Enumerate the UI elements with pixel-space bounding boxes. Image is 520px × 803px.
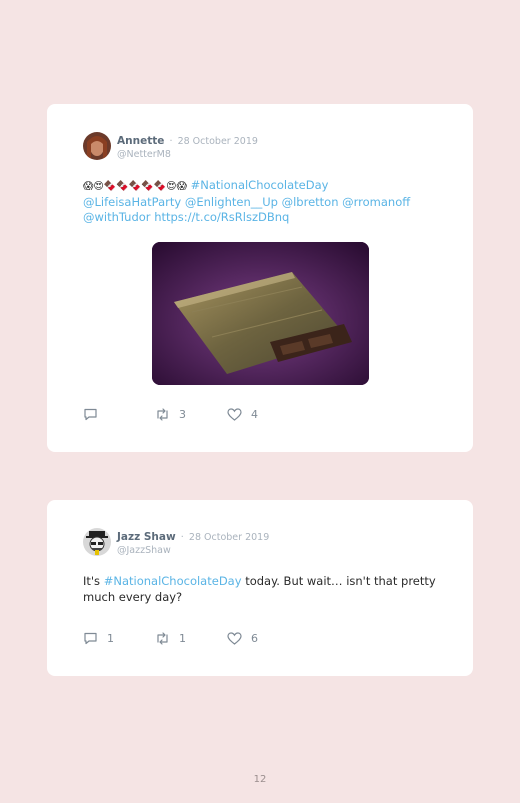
like-count: 4 [251,408,258,421]
author-name[interactable]: Annette [117,135,164,147]
separator-dot: · [169,136,173,147]
tweet-date[interactable]: 28 October 2019 [178,136,258,147]
author-handle[interactable]: @NetterM8 [117,148,258,161]
reply-button[interactable] [83,408,117,421]
retweet-count: 1 [179,632,186,645]
tweet-card-annette: Annette · 28 October 2019 @NetterM8 😱😍🍫🍫… [47,104,473,452]
url-link[interactable]: https://t.co/RsRlszDBnq [154,210,289,224]
like-button[interactable]: 6 [227,632,261,645]
retweet-button[interactable]: 3 [155,408,189,421]
retweet-button[interactable]: 1 [155,632,189,645]
author-handle[interactable]: @JazzShaw [117,544,269,557]
text-prefix: It's [83,574,101,588]
hashtag-link[interactable]: #NationalChocolateDay [191,178,329,192]
retweet-icon [157,408,168,421]
reply-count: 1 [107,632,114,645]
tweet-actions: 3 4 [83,408,299,421]
like-count: 6 [251,632,258,645]
tweet-header: Annette · 28 October 2019 @NetterM8 [83,132,258,161]
retweet-count: 3 [179,408,186,421]
avatar[interactable] [83,132,111,160]
author-name[interactable]: Jazz Shaw [117,531,176,543]
emoji-sequence: 😱😍🍫🍫🍫🍫🍫😍😱 [83,181,187,192]
reply-icon [84,632,97,645]
retweet-icon [157,632,168,645]
tweet-date[interactable]: 28 October 2019 [189,532,269,543]
hashtag-link[interactable]: #NationalChocolateDay [104,574,242,588]
tweet-actions: 1 1 6 [83,632,299,645]
reply-icon [84,408,97,421]
tweet-header: Jazz Shaw · 28 October 2019 @JazzShaw [83,528,269,557]
reply-button[interactable]: 1 [83,632,117,645]
tweet-text: It's #NationalChocolateDay today. But wa… [83,574,443,605]
heart-icon [227,408,242,421]
page-number: 12 [253,774,267,785]
tweet-media-chocolate-bar[interactable] [152,242,369,385]
separator-dot: · [180,532,184,543]
like-button[interactable]: 4 [227,408,261,421]
mention-link[interactable]: @withTudor [83,210,151,224]
tweet-card-jazz-shaw: Jazz Shaw · 28 October 2019 @JazzShaw It… [47,500,473,676]
mentions-link[interactable]: @LifeisaHatParty @Enlighten__Up @lbretto… [83,195,410,209]
tweet-text: 😱😍🍫🍫🍫🍫🍫😍😱 #NationalChocolateDay @Lifeisa… [83,178,443,226]
avatar[interactable] [83,528,111,556]
heart-icon [227,632,242,645]
